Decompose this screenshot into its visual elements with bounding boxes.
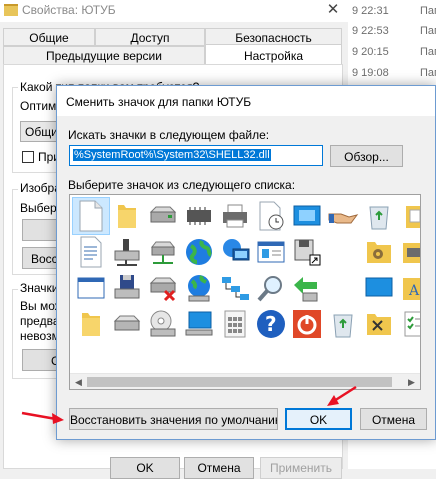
search-file-label: Искать значки в следующем файле:	[68, 128, 270, 142]
checklist-icon[interactable]	[397, 306, 420, 342]
window-icon[interactable]	[73, 270, 109, 306]
properties-title: Свойства: ЮТУБ	[22, 3, 116, 17]
list-item[interactable]: 9 19:08Папк	[348, 67, 436, 87]
network-computer-icon[interactable]	[217, 234, 253, 270]
globe-network-icon[interactable]	[181, 270, 217, 306]
network-server-icon[interactable]	[145, 234, 181, 270]
printer-folder-icon[interactable]	[397, 234, 420, 270]
browse-button[interactable]: Обзор...	[330, 145, 403, 167]
text-document-icon[interactable]	[73, 234, 109, 270]
font-folder-icon[interactable]: A	[397, 270, 420, 306]
folder-icons-text-2: предва	[20, 314, 60, 328]
scroll-left-icon[interactable]: ◀	[70, 374, 87, 389]
arrow-back-icon[interactable]	[289, 270, 325, 306]
folder-tools-icon[interactable]	[361, 306, 397, 342]
svg-text:?: ?	[265, 312, 277, 336]
folder-icons-text-3: невозм	[20, 329, 60, 343]
restore-defaults-button[interactable]: Восстановить значения по умолчанию	[69, 408, 278, 430]
scroll-right-icon[interactable]: ▶	[403, 374, 420, 389]
calculator-icon[interactable]	[217, 306, 253, 342]
dialog-titlebar: Сменить значок для папки ЮТУБ	[57, 86, 435, 116]
recycle-bin-full-icon[interactable]	[325, 306, 361, 342]
network-topology-icon[interactable]	[217, 270, 253, 306]
drive-error-icon[interactable]	[145, 270, 181, 306]
icon-list-scrollbar[interactable]: ◀ ▶	[70, 373, 420, 389]
svg-text:A: A	[408, 283, 420, 299]
power-icon[interactable]	[289, 306, 325, 342]
folder-documents-icon[interactable]	[397, 198, 420, 234]
globe-icon[interactable]	[181, 234, 217, 270]
hand-share-icon[interactable]	[325, 198, 361, 234]
cancel-button[interactable]: Отмена	[360, 408, 427, 430]
icon-list[interactable]: A ? ◀ ▶	[69, 194, 421, 390]
folder-open-icon[interactable]	[73, 306, 109, 342]
list-item[interactable]: 9 20:15Папк	[348, 46, 436, 66]
list-item[interactable]: 9 22:31Папк	[348, 5, 436, 25]
document-clock-icon[interactable]	[253, 198, 289, 234]
close-icon[interactable]: ✕	[318, 0, 348, 22]
drive-icon[interactable]	[145, 198, 181, 234]
properties-ok-button[interactable]: OK	[110, 457, 180, 479]
icon-list-label: Выберите значок из следующего списка:	[68, 178, 296, 192]
ok-button[interactable]: OK	[285, 408, 352, 430]
screen-icon[interactable]	[289, 198, 325, 234]
tab-general[interactable]: Общие	[3, 28, 95, 46]
change-icon-dialog: Сменить значок для папки ЮТУБ Искать зна…	[56, 85, 436, 440]
tab-previous-versions[interactable]: Предыдущие версии	[3, 46, 205, 65]
blank-file-icon[interactable]	[72, 197, 110, 235]
cd-drive-icon[interactable]	[145, 306, 181, 342]
list-item[interactable]: 9 22:53Папк	[348, 25, 436, 45]
hard-drive-icon[interactable]	[109, 306, 145, 342]
folder-icon	[4, 4, 18, 16]
dialog-title: Сменить значок для папки ЮТУБ	[66, 95, 252, 109]
scrollbar-thumb[interactable]	[87, 377, 392, 387]
desktop-icon[interactable]	[361, 270, 397, 306]
control-panel-icon[interactable]	[253, 234, 289, 270]
icon-file-path-input[interactable]: %SystemRoot%\System32\SHELL32.dll	[69, 145, 323, 166]
recycle-bin-icon[interactable]	[361, 198, 397, 234]
floppy-drive-icon[interactable]	[109, 270, 145, 306]
help-icon[interactable]: ?	[253, 306, 289, 342]
network-drive-icon[interactable]	[109, 234, 145, 270]
chip-icon[interactable]	[181, 198, 217, 234]
properties-cancel-button[interactable]: Отмена	[184, 457, 254, 479]
tab-customize[interactable]: Настройка	[205, 44, 342, 65]
folder-settings-icon[interactable]	[361, 234, 397, 270]
disk-shortcut-icon[interactable]	[289, 234, 325, 270]
properties-apply-button[interactable]: Применить	[260, 457, 342, 479]
folder-icons-title: Значки	[18, 281, 61, 295]
folder-icon[interactable]	[109, 198, 145, 234]
magnifier-icon[interactable]	[253, 270, 289, 306]
icon-file-path-value: %SystemRoot%\System32\SHELL32.dll	[73, 149, 271, 161]
apply-subfolders-checkbox[interactable]	[22, 151, 34, 163]
printer-icon[interactable]	[217, 198, 253, 234]
properties-titlebar: Свойства: ЮТУБ ✕	[0, 0, 348, 22]
tab-sharing[interactable]: Доступ	[95, 28, 205, 46]
monitor-icon[interactable]	[181, 306, 217, 342]
